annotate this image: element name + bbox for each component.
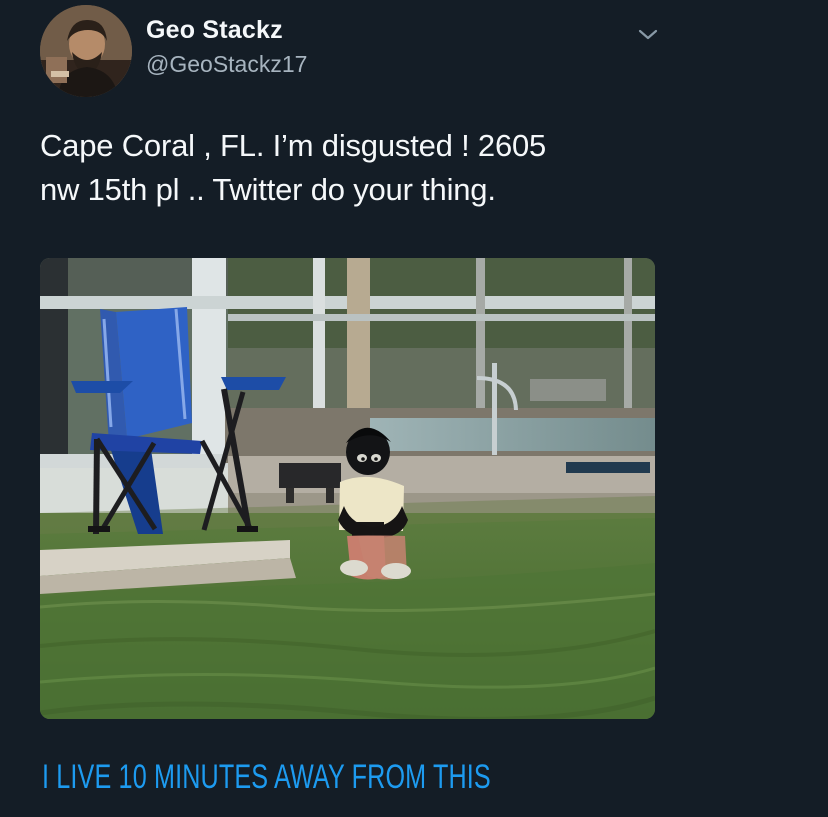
- tweet-photo[interactable]: [40, 258, 655, 719]
- tweet-text: Cape Coral , FL. I’m disgusted ! 2605 nw…: [40, 124, 690, 212]
- tweet-text-line: Cape Coral , FL. I’m disgusted ! 2605: [40, 128, 547, 163]
- tweet-text-line: nw 15th pl .. Twitter do your thing.: [40, 172, 496, 207]
- tweet-photo-image: [40, 258, 655, 719]
- chevron-down-icon[interactable]: [636, 27, 660, 43]
- avatar[interactable]: [40, 5, 132, 97]
- tweet-card: Geo Stackz @GeoStackz17 Cape Coral , FL.…: [0, 0, 828, 817]
- user-handle[interactable]: @GeoStackz17: [146, 51, 307, 78]
- avatar-image: [40, 5, 132, 97]
- display-name[interactable]: Geo Stackz: [146, 16, 283, 45]
- overlay-caption: I LIVE 10 MINUTES AWAY FROM THIS: [42, 758, 491, 796]
